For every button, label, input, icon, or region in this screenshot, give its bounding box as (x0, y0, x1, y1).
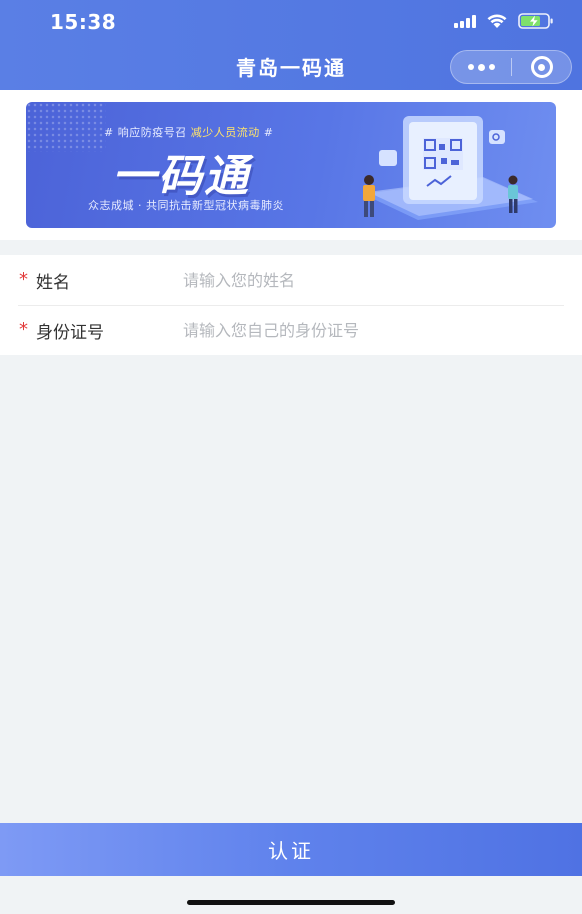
wifi-icon (486, 13, 508, 29)
auth-form: * 姓名 * 身份证号 (0, 255, 582, 355)
close-button[interactable] (512, 56, 571, 78)
name-input[interactable] (183, 265, 553, 295)
status-bar: 15:38 (0, 0, 582, 44)
more-dot-icon (477, 63, 485, 71)
name-label: 姓名 (36, 273, 70, 293)
status-icons (454, 13, 554, 29)
verify-button[interactable]: 认证 (0, 823, 582, 876)
id-number-input[interactable] (183, 315, 553, 345)
banner-subline: 众志成城 · 共同抗击新型冠状病毒肺炎 (88, 199, 284, 212)
status-time: 15:38 (50, 10, 117, 34)
required-mark: * (19, 269, 28, 290)
banner-section: # 响应防疫号召 减少人员流动 # 一码通 众志成城 · 共同抗击新型冠状病毒肺… (0, 90, 582, 240)
close-target-icon (530, 56, 553, 78)
hashtag-prefix: # 响应防疫号召 (104, 126, 191, 139)
hashtag-suffix: # (259, 126, 274, 139)
id-number-label: 身份证号 (36, 323, 104, 343)
mini-program-capsule (450, 50, 572, 84)
name-row: * 姓名 (0, 255, 582, 305)
home-indicator[interactable] (187, 900, 395, 905)
more-dot-icon (467, 64, 474, 70)
qr-phone-illustration (333, 106, 548, 228)
dot-pattern-decoration (26, 102, 106, 152)
banner-hashtag: # 响应防疫号召 减少人员流动 # (104, 124, 273, 140)
promo-banner: # 响应防疫号召 减少人员流动 # 一码通 众志成城 · 共同抗击新型冠状病毒肺… (26, 102, 556, 228)
more-button[interactable] (451, 51, 511, 83)
top-bar: 15:38 青岛一码通 (0, 0, 582, 90)
banner-headline: 一码通 (112, 151, 250, 202)
more-dot-icon (488, 64, 495, 70)
battery-charging-icon (518, 13, 554, 29)
hashtag-highlight: 减少人员流动 (190, 126, 260, 139)
signal-icon (454, 14, 476, 28)
required-mark: * (19, 319, 28, 340)
id-number-row: * 身份证号 (0, 305, 582, 355)
